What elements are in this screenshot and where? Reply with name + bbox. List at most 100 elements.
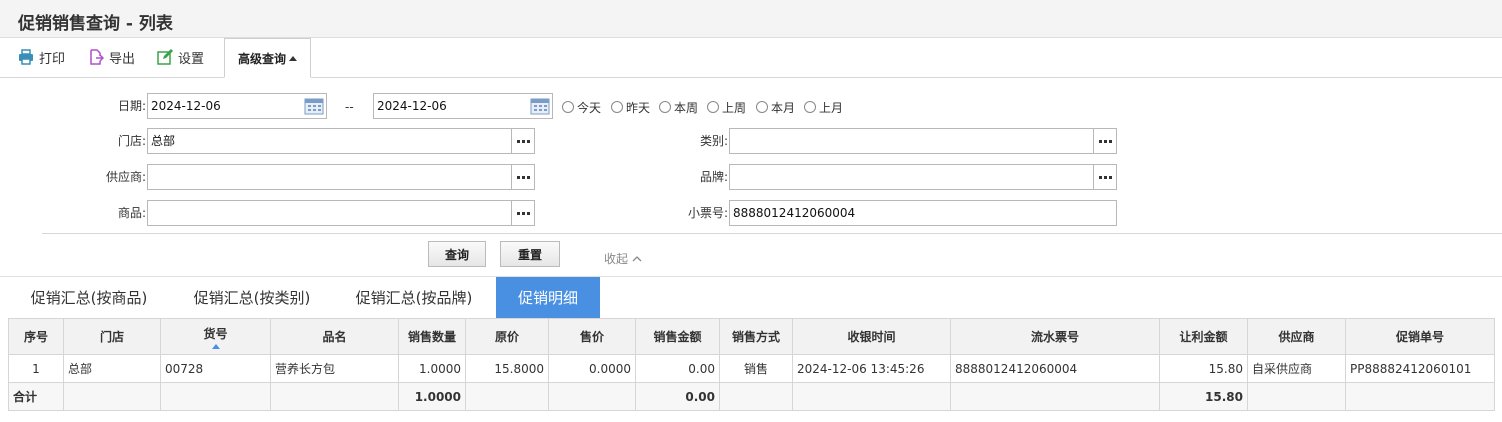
collapse-toggle[interactable]: 收起	[604, 250, 642, 267]
supplier-picker-button[interactable]	[511, 164, 535, 190]
print-button[interactable]: 打印	[18, 47, 65, 67]
tab-summary-by-category[interactable]: 促销汇总(按类别)	[176, 277, 328, 319]
store-field[interactable]	[147, 128, 512, 154]
settings-button[interactable]: 设置	[157, 47, 204, 67]
cell-supplier: 自采供应商	[1247, 354, 1346, 383]
product-picker-button[interactable]	[511, 200, 535, 226]
table-row[interactable]: 1 总部 00728 营养长方包 1.0000 15.8000 0.0000 0…	[8, 354, 1495, 383]
dot	[521, 175, 525, 179]
category-label: 类别:	[699, 134, 728, 148]
cell-cashier-time: 2024-12-06 13:45:26	[792, 354, 951, 383]
reset-button[interactable]: 重置	[500, 241, 560, 267]
search-button[interactable]: 查询	[428, 241, 486, 267]
export-label: 导出	[109, 51, 136, 67]
cell-promo-no: PP88882412060101	[1345, 354, 1495, 383]
radio-label: 本周	[674, 100, 699, 115]
empty-cell	[548, 382, 636, 411]
printer-icon	[19, 49, 33, 65]
column-header[interactable]: 销售金额	[635, 318, 720, 355]
supplier-label: 供应商:	[105, 170, 146, 184]
toolbar: 打印 导出 设置 高级查询	[0, 38, 1502, 78]
column-header[interactable]: 原价	[465, 318, 549, 355]
dot	[1108, 175, 1112, 179]
tab-promotion-detail[interactable]: 促销明细	[496, 277, 600, 319]
receipt-input[interactable]	[733, 201, 1116, 225]
column-header[interactable]: 收银时间	[792, 318, 951, 355]
radio-circle	[707, 101, 719, 113]
cell-original-price: 15.8000	[465, 354, 549, 383]
date-from-field[interactable]	[147, 93, 327, 119]
column-header-label: 货号	[203, 326, 228, 341]
date-from-input[interactable]	[151, 94, 326, 118]
column-header[interactable]: 供应商	[1247, 318, 1346, 355]
category-input[interactable]	[733, 129, 1093, 153]
dot	[1098, 139, 1102, 143]
cell-sale-price: 0.0000	[548, 354, 636, 383]
cell-store: 总部	[63, 354, 161, 383]
radio-this-week[interactable]: 本周	[659, 97, 698, 117]
brand-input[interactable]	[733, 165, 1093, 189]
supplier-input[interactable]	[151, 165, 511, 189]
brand-picker-button[interactable]	[1093, 164, 1117, 190]
radio-this-month[interactable]: 本月	[756, 97, 795, 117]
calendar-icon[interactable]	[304, 97, 324, 115]
column-header[interactable]: 让利金额	[1159, 318, 1248, 355]
table-total-row: 合计 1.0000 0.00 15.80	[8, 382, 1495, 411]
radio-today[interactable]: 今天	[562, 97, 601, 117]
column-header[interactable]: 销售数量	[398, 318, 466, 355]
caret-up-icon	[289, 55, 297, 61]
cell-product-name: 营养长方包	[270, 354, 399, 383]
column-header[interactable]: 促销单号	[1345, 318, 1495, 355]
radio-circle	[756, 101, 768, 113]
brand-field[interactable]	[729, 164, 1094, 190]
brand-label: 品牌:	[699, 170, 728, 184]
empty-cell	[160, 382, 271, 411]
category-field[interactable]	[729, 128, 1094, 154]
dot	[1098, 175, 1102, 179]
column-header[interactable]: 门店	[63, 318, 161, 355]
calendar-icon[interactable]	[530, 97, 550, 115]
dot	[1108, 139, 1112, 143]
cell-receipt-no: 8888012412060004	[950, 354, 1160, 383]
date-separator: --	[345, 100, 354, 114]
tab-summary-by-product[interactable]: 促销汇总(按商品)	[12, 277, 166, 319]
collapse-label: 收起	[604, 252, 629, 266]
store-picker-button[interactable]	[511, 128, 535, 154]
total-label: 合计	[8, 382, 64, 411]
radio-label: 昨天	[626, 100, 651, 115]
radio-yesterday[interactable]: 昨天	[611, 97, 650, 117]
radio-circle	[562, 101, 574, 113]
export-icon	[90, 49, 104, 65]
store-label: 门店:	[117, 134, 146, 148]
product-input[interactable]	[151, 201, 511, 225]
page-title: 促销销售查询 - 列表	[18, 14, 173, 34]
date-label: 日期:	[117, 99, 146, 113]
receipt-field[interactable]	[729, 200, 1117, 226]
settings-label: 设置	[178, 51, 205, 67]
date-to-field[interactable]	[373, 93, 553, 119]
radio-circle	[659, 101, 671, 113]
cell-index: 1	[8, 354, 64, 383]
date-to-input[interactable]	[377, 94, 552, 118]
supplier-field[interactable]	[147, 164, 512, 190]
product-field[interactable]	[147, 200, 512, 226]
total-qty: 1.0000	[398, 382, 466, 411]
store-input[interactable]	[151, 129, 511, 153]
empty-cell	[1247, 382, 1346, 411]
column-header-sorted[interactable]: 货号	[160, 318, 271, 355]
column-header[interactable]: 销售方式	[719, 318, 793, 355]
tab-summary-by-brand[interactable]: 促销汇总(按品牌)	[338, 277, 490, 319]
radio-label: 本月	[771, 100, 796, 115]
empty-cell	[719, 382, 793, 411]
advanced-search-tab[interactable]: 高级查询	[224, 38, 311, 78]
empty-cell	[63, 382, 161, 411]
radio-last-week[interactable]: 上周	[707, 97, 746, 117]
category-picker-button[interactable]	[1093, 128, 1117, 154]
product-label: 商品:	[117, 206, 146, 220]
radio-last-month[interactable]: 上月	[804, 97, 843, 117]
column-header[interactable]: 流水票号	[950, 318, 1160, 355]
column-header[interactable]: 品名	[270, 318, 399, 355]
column-header[interactable]: 售价	[548, 318, 636, 355]
column-header[interactable]: 序号	[8, 318, 64, 355]
export-button[interactable]: 导出	[88, 47, 135, 67]
